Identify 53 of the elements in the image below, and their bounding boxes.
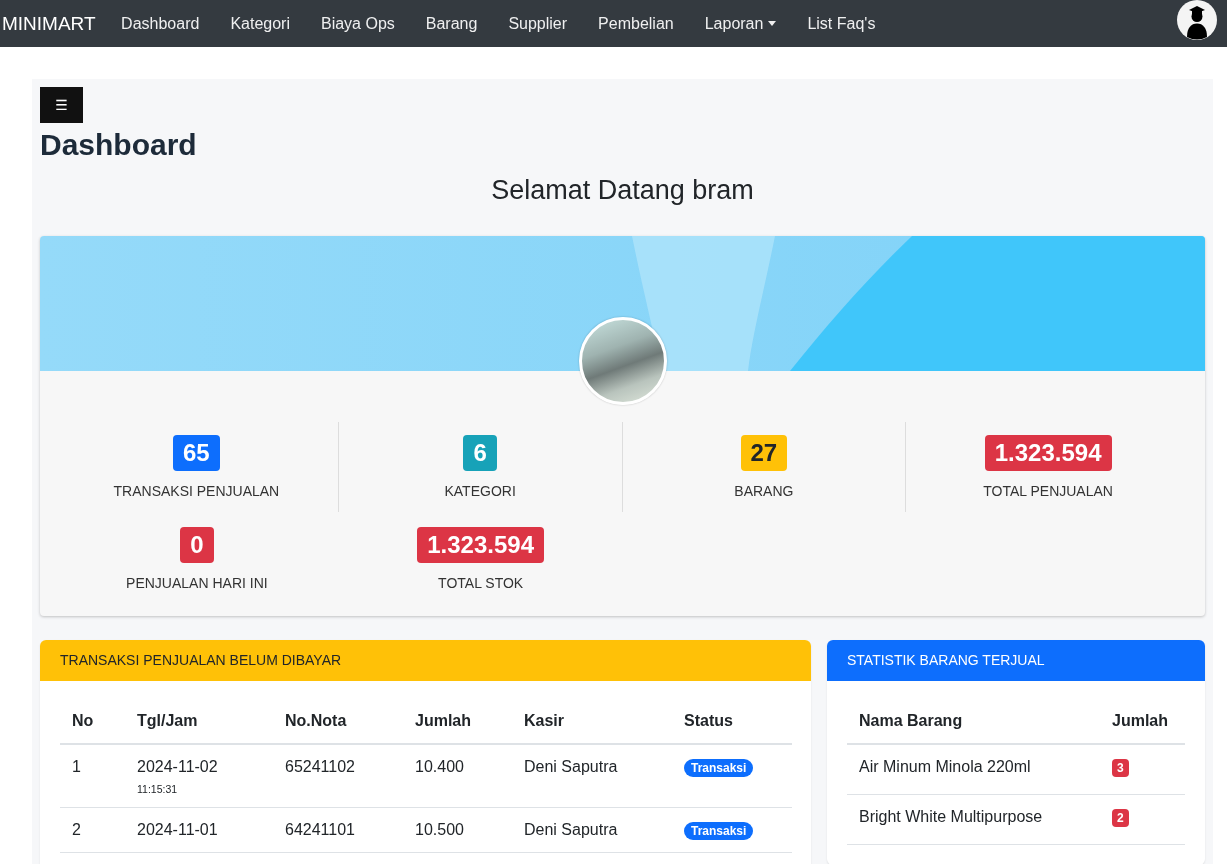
nav-link[interactable]: Barang	[410, 6, 493, 41]
card-header: TRANSAKSI PENJUALAN BELUM DIBAYAR	[40, 640, 811, 681]
status-badge: Transaksi	[684, 821, 754, 840]
table-cell: 65241102	[273, 744, 403, 808]
nav-link[interactable]: Dashboard	[105, 6, 215, 41]
table-cell: Deni Saputra	[512, 807, 672, 853]
nav-link[interactable]: List Faq's	[791, 6, 891, 41]
column-header: No	[60, 699, 125, 744]
stat-value-badge: 1.323.594	[417, 527, 544, 563]
table-cell: 64241101	[273, 807, 403, 853]
stat-label: KATEGORI	[443, 482, 517, 501]
status-badge: Transaksi	[684, 758, 754, 777]
stat-value-badge: 6	[463, 435, 497, 471]
menu-button[interactable]: ☰	[40, 87, 83, 123]
table-cell: Deni Saputra	[512, 744, 672, 808]
nav-link[interactable]: Kategori	[214, 6, 306, 41]
nav-link[interactable]: Supplier	[492, 6, 583, 41]
stat-label: PENJUALAN HARI INI	[125, 574, 269, 593]
table-cell: 10.500	[403, 807, 512, 853]
table-cell: 1	[60, 744, 125, 808]
stat-label: BARANG	[733, 482, 795, 501]
table-cell: Bright White Multipurpose	[847, 794, 1100, 845]
stat-value-badge: 65	[173, 435, 220, 471]
nav-link[interactable]: Pembelian	[582, 6, 690, 41]
nav-link[interactable]: Biaya Ops	[305, 6, 411, 41]
count-badge: 3	[1112, 758, 1129, 777]
column-header: Nama Barang	[847, 699, 1100, 744]
column-header: Jumlah	[403, 699, 512, 744]
date-text: 2024-11-02	[137, 757, 219, 777]
stat-label: TOTAL PENJUALAN	[982, 482, 1114, 501]
stat-label: TRANSAKSI PENJUALAN	[112, 482, 281, 501]
caret-icon	[768, 21, 777, 26]
date-text: 2024-11-01	[137, 820, 219, 840]
column-header: Jumlah	[1100, 699, 1185, 744]
column-header: No.Nota	[273, 699, 403, 744]
nav-dropdown[interactable]: Laporan	[689, 6, 792, 41]
time-text: 11:15:31	[137, 782, 179, 796]
avatar-icon[interactable]	[1177, 0, 1217, 40]
count-badge: 2	[1112, 808, 1129, 827]
stat-value-badge: 27	[740, 435, 788, 471]
brand-link[interactable]: MINIMART	[2, 12, 96, 35]
table-cell: Air Minum Minola 220ml	[847, 744, 1100, 795]
page-title: Dashboard	[40, 127, 198, 163]
column-header: Kasir	[512, 699, 672, 744]
table-cell: 10.400	[403, 744, 512, 808]
card-header: STATISTIK BARANG TERJUAL	[827, 640, 1205, 681]
welcome-text: Selamat Datang bram	[490, 174, 755, 207]
stat-value-badge: 1.323.594	[984, 435, 1112, 471]
column-header: Status	[672, 699, 792, 744]
stat-value-badge: 0	[180, 527, 214, 563]
column-header: Tgl/Jam	[125, 699, 273, 744]
table-cell: 2	[60, 807, 125, 853]
stat-label: TOTAL STOK	[437, 574, 525, 593]
